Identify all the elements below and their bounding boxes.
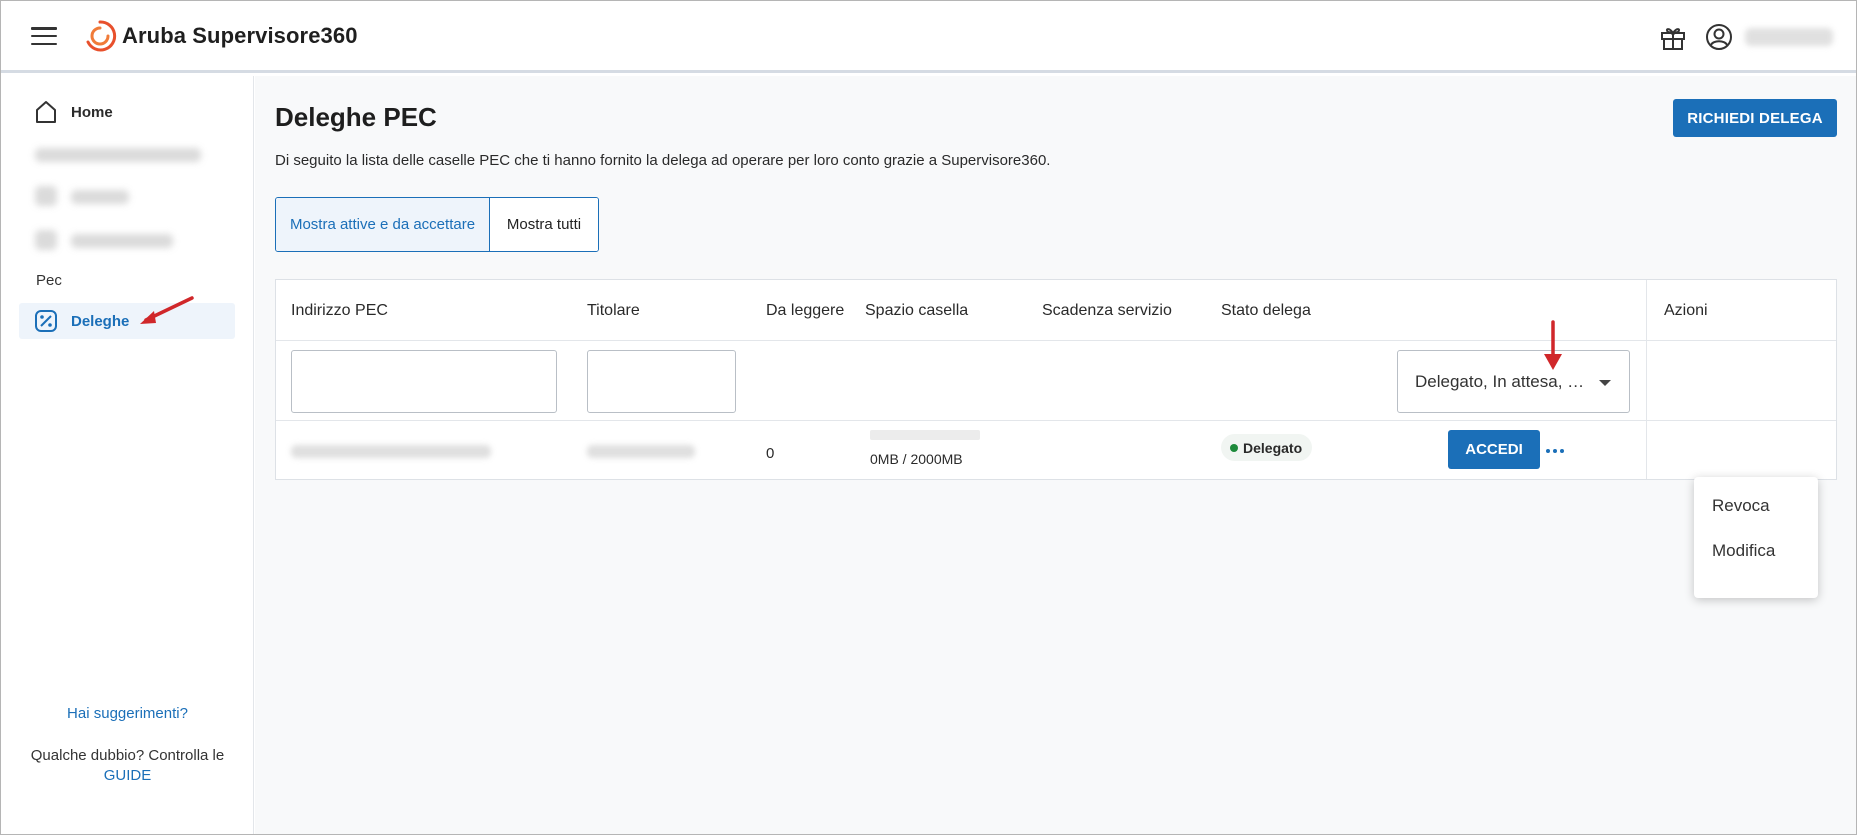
unread-count: 0 <box>766 445 775 462</box>
top-bar: Aruba Supervisore360 <box>1 1 1856 73</box>
pec-filter-input[interactable] <box>291 350 557 413</box>
deleghe-icon <box>35 310 57 332</box>
user-icon[interactable] <box>1703 21 1735 53</box>
column-divider <box>1646 280 1647 479</box>
storage-text: 0MB / 2000MB <box>870 451 963 467</box>
titolare-filter-input[interactable] <box>587 350 736 413</box>
home-icon <box>36 101 56 123</box>
guide-link[interactable]: GUIDE <box>104 767 152 784</box>
column-header-scadenza[interactable]: Scadenza servizio <box>1042 302 1172 320</box>
column-header-spazio[interactable]: Spazio casella <box>865 302 968 320</box>
column-header-azioni: Azioni <box>1664 302 1708 319</box>
sidebar: Home Pec Deleghe Hai suggerimenti? Qualc… <box>1 76 254 834</box>
column-header-titolare[interactable]: Titolare <box>587 302 640 320</box>
redacted-menu-item[interactable] <box>71 234 173 248</box>
menu-item-revoca[interactable]: Revoca <box>1712 496 1770 516</box>
user-name-redacted[interactable] <box>1745 28 1833 46</box>
status-filter-select[interactable]: Delegato, In attesa, … <box>1397 350 1630 413</box>
status-label: Delegato <box>1243 439 1303 456</box>
delegations-table: Indirizzo PEC Titolare Da leggere Spazio… <box>275 279 1837 480</box>
toggle-show-all[interactable]: Mostra tutti <box>490 198 598 251</box>
status-dot <box>1230 444 1238 452</box>
row-divider <box>276 420 1836 421</box>
storage-progress <box>870 430 980 440</box>
row-divider <box>276 340 1836 341</box>
column-header-stato[interactable]: Stato delega <box>1221 302 1311 320</box>
main-content: Deleghe PEC Di seguito la lista delle ca… <box>255 76 1856 834</box>
more-options-icon[interactable] <box>1538 438 1572 464</box>
app-title: Aruba Supervisore360 <box>122 23 358 48</box>
column-header-da-leggere[interactable]: Da leggere <box>766 302 844 320</box>
sidebar-item-home[interactable]: Home <box>19 94 235 130</box>
page-title: Deleghe PEC <box>275 102 437 132</box>
help-text: Qualche dubbio? Controlla le GUIDE <box>21 746 234 786</box>
aruba-logo <box>86 20 117 52</box>
row-actions-menu: Revoca Modifica <box>1694 477 1818 598</box>
titolare-redacted <box>587 445 695 458</box>
sidebar-item-deleghe[interactable]: Deleghe <box>19 303 235 339</box>
sidebar-item-label: Deleghe <box>71 312 130 330</box>
redacted-icon <box>35 230 57 250</box>
redacted-icon <box>35 186 57 206</box>
status-badge: Delegato <box>1221 434 1313 461</box>
annotation-arrow <box>140 296 194 324</box>
redacted-menu-item[interactable] <box>71 190 129 204</box>
suggestions-link[interactable]: Hai suggerimenti? <box>1 705 254 722</box>
help-text-prefix: Qualche dubbio? Controlla le <box>30 747 225 764</box>
annotation-arrow <box>1544 320 1562 370</box>
request-delegation-button[interactable]: RICHIEDI DELEGA <box>1673 99 1837 137</box>
section-label-pec: Pec <box>36 272 62 289</box>
gift-icon[interactable] <box>1657 21 1689 53</box>
access-button[interactable]: ACCEDI <box>1448 430 1540 469</box>
redacted-menu-item[interactable] <box>35 148 201 162</box>
menu-item-modifica[interactable]: Modifica <box>1712 541 1775 561</box>
filter-toggle: Mostra attive e da accettare Mostra tutt… <box>275 197 599 252</box>
pec-address-redacted <box>291 445 491 458</box>
page-description: Di seguito la lista delle caselle PEC ch… <box>275 152 1051 169</box>
toggle-active-pending[interactable]: Mostra attive e da accettare <box>276 198 490 251</box>
sidebar-item-label: Home <box>71 103 113 121</box>
caret-down-icon <box>1599 380 1611 386</box>
menu-icon[interactable] <box>31 27 57 47</box>
column-header-pec[interactable]: Indirizzo PEC <box>291 302 388 320</box>
status-filter-value: Delegato, In attesa, … <box>1415 372 1585 391</box>
